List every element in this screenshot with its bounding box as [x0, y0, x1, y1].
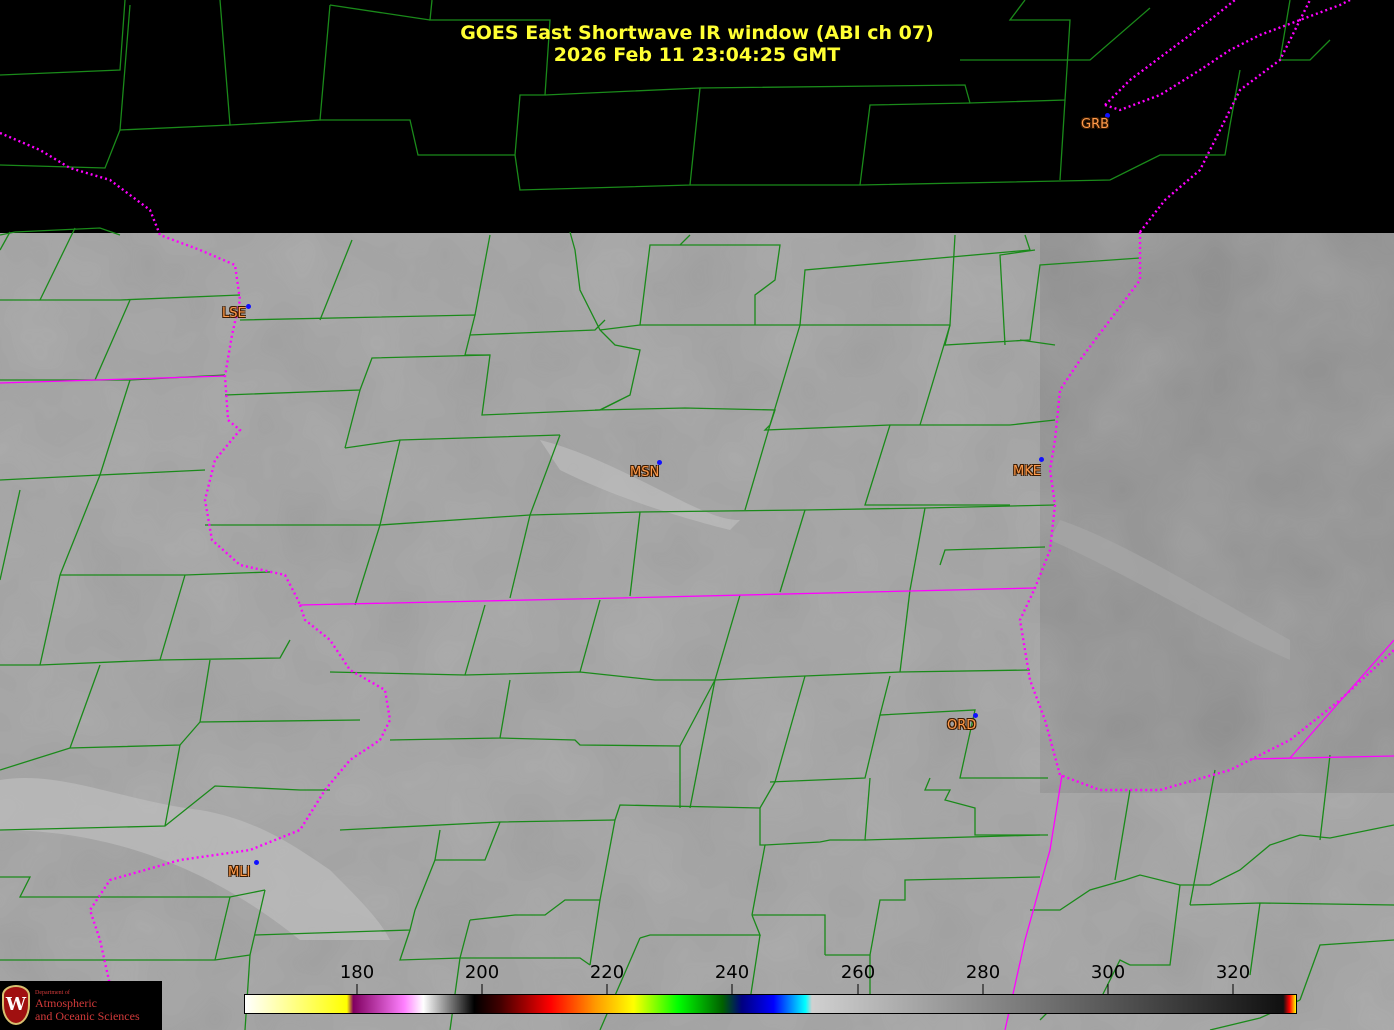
colorbar-tick-label: 300 — [1090, 962, 1126, 983]
colorbar-tick-label: 260 — [840, 962, 876, 983]
station-dot-mli — [254, 860, 259, 865]
colorbar-tick-label: 180 — [339, 962, 375, 983]
colorbar-tick-label: 320 — [1215, 962, 1251, 983]
ir-imagery — [0, 233, 1394, 1030]
station-label-mli: MLI — [228, 865, 251, 880]
station-label-ord: ORD — [947, 718, 977, 733]
aos-logo: W Department of Atmospheric and Oceanic … — [0, 981, 162, 1030]
station-label-grb: GRB — [1081, 117, 1110, 132]
station-dot-lse — [246, 304, 251, 309]
uw-crest-icon: W — [2, 985, 30, 1025]
logo-name-line2: and Oceanic Sciences — [35, 1009, 140, 1023]
station-label-lse: LSE — [222, 306, 246, 321]
colorbar-tick-label: 280 — [965, 962, 1001, 983]
colorbar-tick-label: 200 — [464, 962, 500, 983]
image-timestamp: 2026 Feb 11 23:04:25 GMT — [553, 44, 841, 66]
satellite-map — [0, 0, 1394, 1030]
temperature-colorbar — [244, 994, 1297, 1014]
colorbar-tick-label: 240 — [714, 962, 750, 983]
station-label-mke: MKE — [1013, 464, 1041, 479]
station-label-msn: MSN — [630, 465, 660, 480]
colorbar-tick-label: 220 — [589, 962, 625, 983]
image-title: GOES East Shortwave IR window (ABI ch 07… — [460, 22, 934, 44]
station-dot-mke — [1039, 457, 1044, 462]
